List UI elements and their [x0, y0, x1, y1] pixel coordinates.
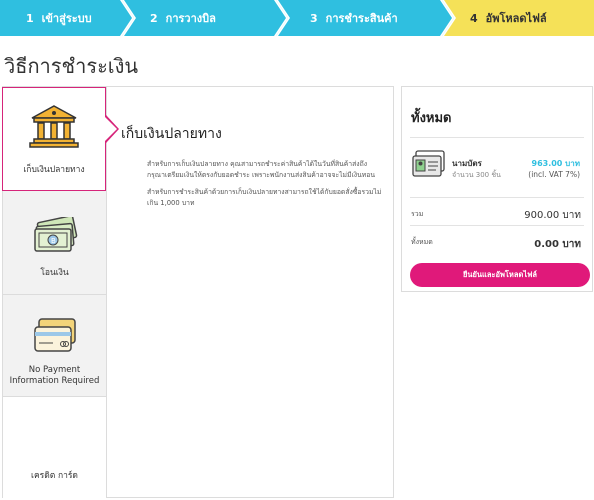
divider: [410, 197, 584, 198]
method-label: เครดิต การ์ด: [31, 471, 78, 481]
step-label: อัพโหลดไฟล์: [485, 12, 547, 25]
method-detail-title: เก็บเงินปลายทาง: [121, 126, 222, 142]
method-label: เก็บเงินปลายทาง: [23, 165, 85, 175]
credit-cards-icon: [33, 317, 77, 356]
divider: [410, 225, 584, 226]
method-tab-transfer[interactable]: B โอนเงิน: [3, 191, 106, 295]
page-title: วิธีการชำระเงิน: [4, 54, 139, 78]
subtotal-label: รวม: [411, 210, 424, 218]
subtotal-value: 900.00 บาท: [524, 210, 581, 221]
divider: [106, 87, 107, 497]
svg-text:B: B: [51, 237, 56, 245]
step-number: 2: [150, 11, 158, 25]
step-label: เข้าสู่ระบบ: [41, 12, 92, 25]
method-label: No Payment Information Required: [9, 365, 100, 386]
item-vat: (incl. VAT 7%): [528, 170, 580, 179]
step-number: 3: [310, 11, 318, 25]
business-card-icon: [410, 149, 446, 185]
summary-heading: ทั้งหมด: [411, 111, 452, 126]
method-tab-no-payment[interactable]: No Payment Information Required: [3, 295, 106, 397]
step-billing[interactable]: 2 การวางบิล: [124, 0, 288, 36]
order-summary: ทั้งหมด นามบัตร จำนวน 300 ชิ้น 963.00 บา…: [401, 86, 593, 292]
total-label: ทั้งหมด: [411, 238, 433, 246]
method-detail-text: สำหรับการเก็บเงินปลายทาง คุณสามารถชำระค่…: [147, 160, 375, 179]
method-tab-credit-card[interactable]: เครดิต การ์ด: [3, 397, 106, 498]
step-login[interactable]: 1 เข้าสู่ระบบ: [0, 0, 134, 36]
item-name: นามบัตร: [452, 159, 482, 168]
payment-methods-panel: เก็บเงินปลายทาง B โอนเงิน No Payment Inf…: [2, 86, 394, 498]
step-upload[interactable]: 4 อัพโหลดไฟล์: [444, 0, 594, 36]
step-label: การชำระสินค้า: [325, 12, 398, 25]
step-number: 1: [26, 11, 34, 25]
confirm-upload-button[interactable]: ยืนยันและอัพโหลดไฟล์: [410, 263, 590, 287]
checkout-stepper: 1 เข้าสู่ระบบ 2 การวางบิล 3 การชำระสินค้…: [0, 0, 594, 36]
step-payment[interactable]: 3 การชำระสินค้า: [278, 0, 454, 36]
step-number: 4: [470, 11, 478, 25]
bank-icon: [28, 104, 80, 151]
total-value: 0.00 บาท: [534, 239, 581, 250]
banknotes-icon: B: [31, 215, 79, 256]
method-detail-text: สำหรับการชำระสินค้าด้วยการเก็บเงินปลายทา…: [147, 188, 382, 207]
item-price: 963.00 บาท: [531, 159, 581, 168]
method-label: โอนเงิน: [40, 268, 69, 278]
method-detail: เก็บเงินปลายทาง สำหรับการเก็บเงินปลายทาง…: [115, 123, 387, 215]
method-tab-cod[interactable]: เก็บเงินปลายทาง: [2, 87, 106, 191]
step-label: การวางบิล: [165, 12, 216, 25]
divider: [410, 137, 584, 138]
item-quantity: จำนวน 300 ชิ้น: [452, 171, 501, 179]
